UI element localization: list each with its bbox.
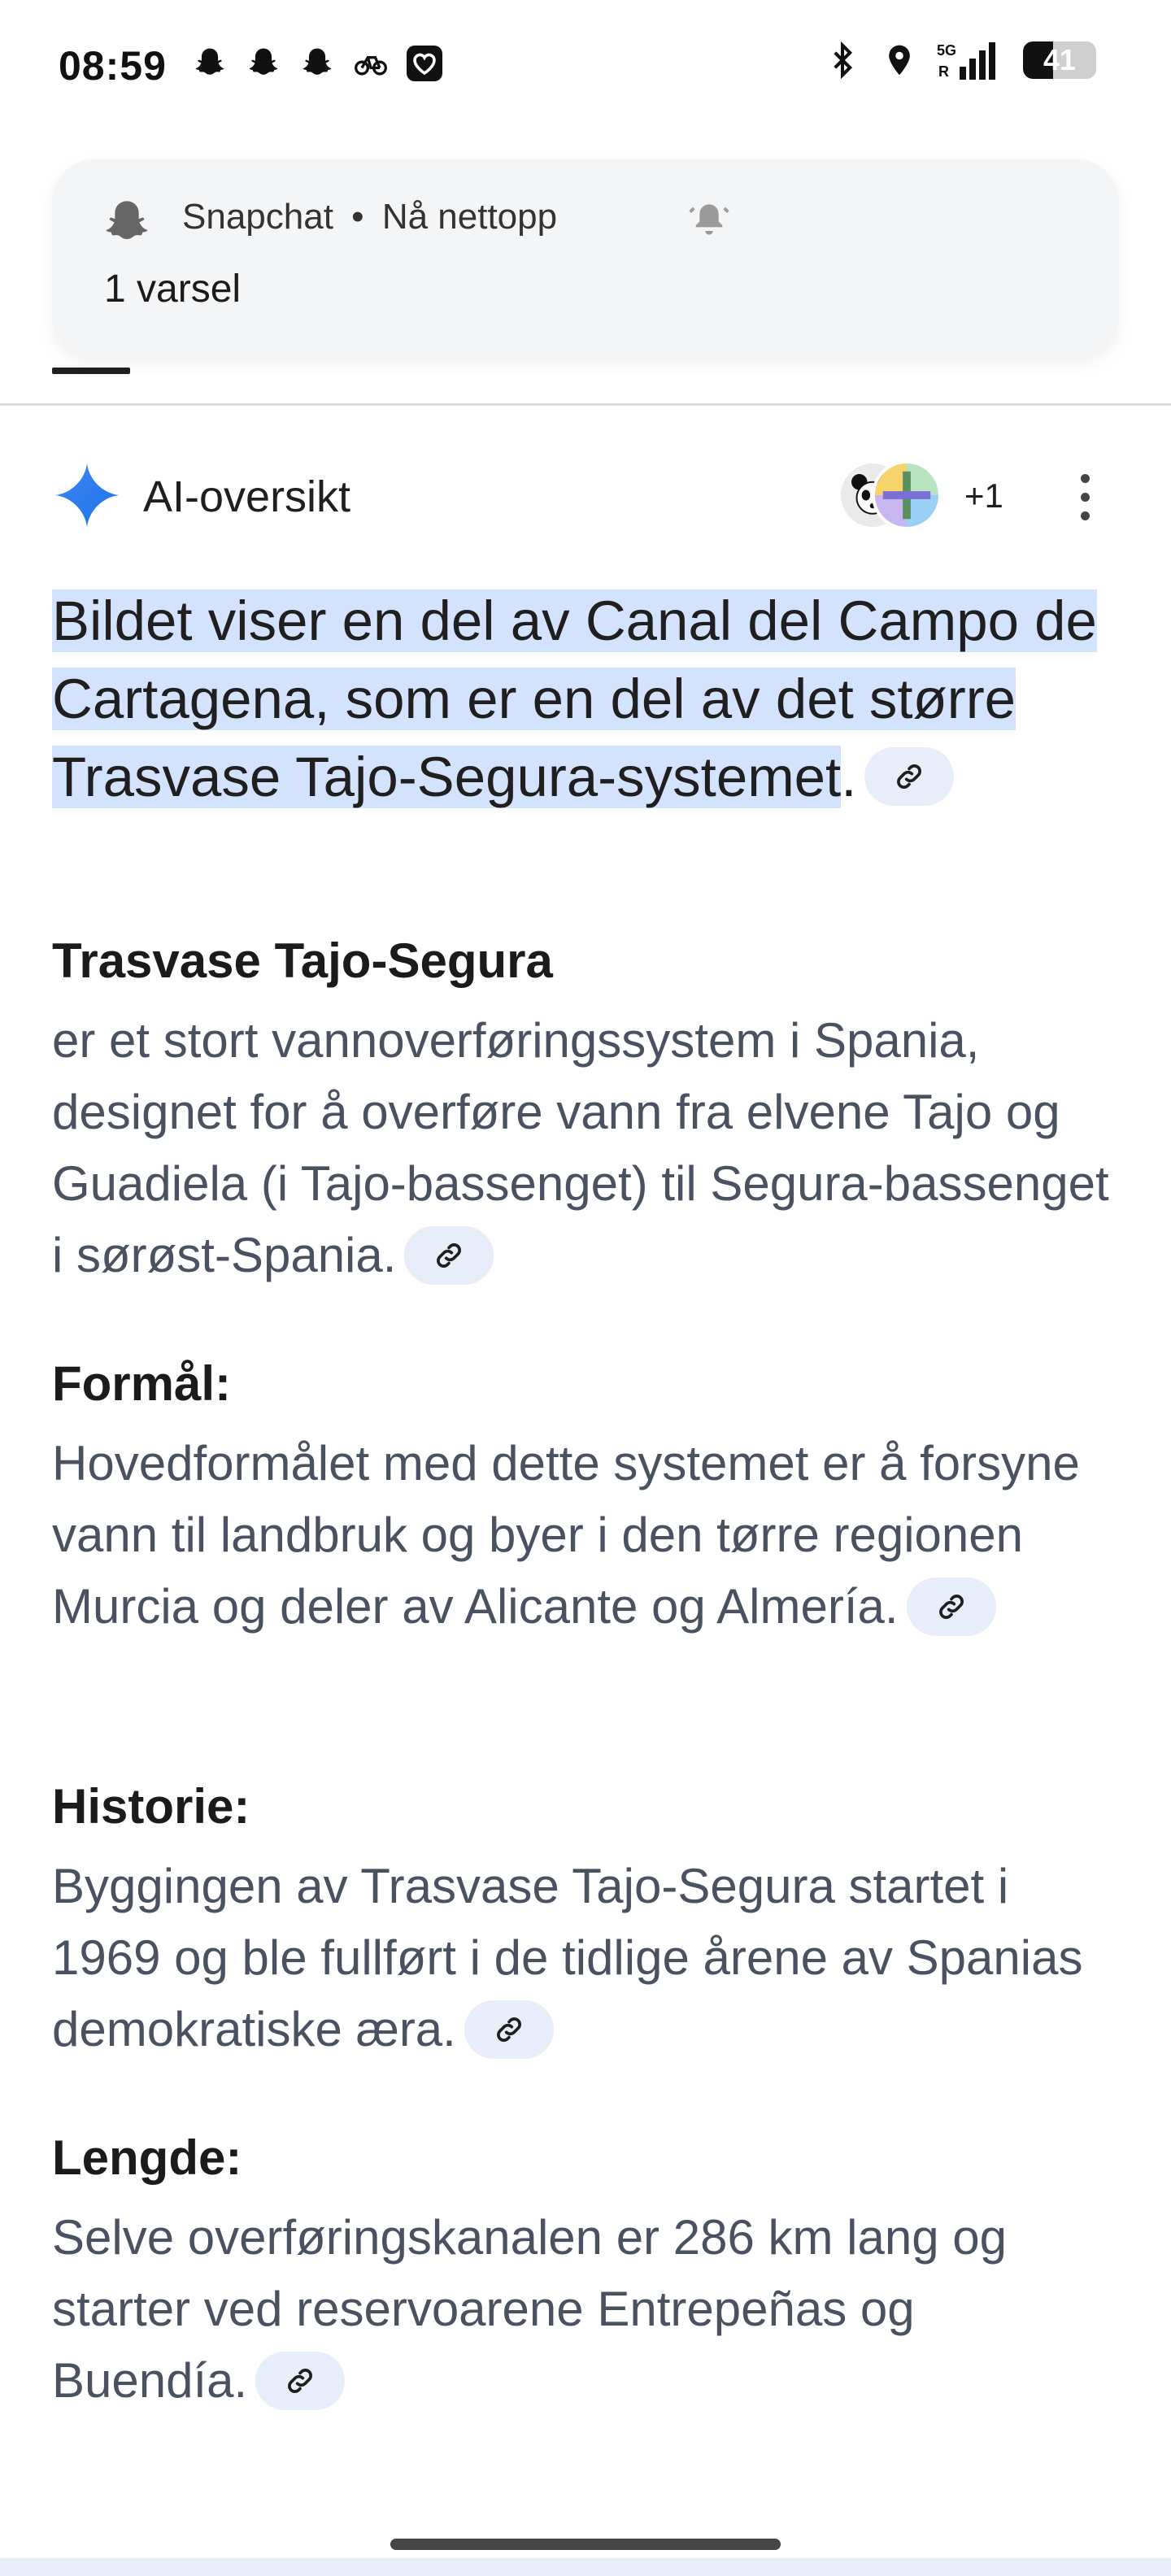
notification-app-name: Snapchat [182,197,333,237]
section-historie: Historie: Byggingen av Trasvase Tajo-Seg… [52,1774,1109,2065]
section-body-text: Selve overføringskanalen er 286 km lang … [52,2210,1007,2408]
home-indicator[interactable] [390,2539,781,2550]
bell-ringing-icon [689,204,729,235]
dot [1080,511,1090,520]
dot [1080,492,1090,502]
signal-5g-icon: 5G R [937,41,1005,80]
section-body: er et stort vannoverføringssystem i Span… [52,1005,1109,1291]
notification-icons [190,44,444,83]
notification-time: Nå nettopp [381,197,558,237]
bluetooth-icon [823,41,862,80]
snapchat-icon [106,201,148,239]
section-body-text: Byggingen av Trasvase Tajo-Segura starte… [52,1859,1083,2056]
source-avatars[interactable] [838,460,960,533]
ai-overview-header: AI-oversikt +1 [52,460,1119,533]
section-title: Lengde: [52,2130,242,2185]
section-title: Historie: [52,1779,250,1834]
dot [1080,473,1090,483]
divider [0,403,1171,406]
gemini-sparkle-icon [54,463,120,528]
link-icon [938,1595,964,1620]
notification-text: 1 varsel [104,268,242,311]
battery-icon: 41 [1023,41,1096,79]
heart-app-icon [405,44,444,83]
summary-end: . [841,746,857,808]
status-bar: 08:59 5G R 41 [0,0,1171,130]
source-link-button[interactable] [404,1226,494,1286]
bike-icon [351,44,390,83]
colorful-site-avatar [872,460,942,530]
section-title: Formål: [52,1356,232,1411]
section-lengde: Lengde: Selve overføringskanalen er 286 … [52,2126,1109,2417]
source-link-button[interactable] [464,2000,554,2060]
link-icon [897,764,922,789]
section-formal: Formål: Hovedformålet med dette systemet… [52,1351,1109,1643]
status-time: 08:59 [59,43,167,89]
ai-overview-title: AI-oversikt [143,472,351,521]
section-body: Byggingen av Trasvase Tajo-Segura starte… [52,1851,1109,2065]
source-link-button[interactable] [906,1577,996,1637]
source-link-button[interactable] [864,746,955,806]
section-body-text: er et stort vannoverføringssystem i Span… [52,1013,1109,1282]
link-icon [496,2017,521,2043]
section-body: Selve overføringskanalen er 286 km lang … [52,2202,1109,2417]
system-icons: 5G R 41 [823,41,1096,80]
section-body: Hovedformålet med dette systemet er å fo… [52,1428,1109,1643]
battery-level: 41 [1043,43,1077,76]
ai-summary: Bildet viser en del av Canal del Campo d… [52,582,1109,816]
more-options-button[interactable] [1052,460,1117,533]
svg-text:5G: 5G [937,42,956,59]
notification-header: Snapchat • Nå nettopp [182,197,557,237]
bottom-panel-peek [0,2558,1171,2576]
location-icon [880,41,919,80]
tab-indicator [52,368,130,374]
section-title: Trasvase Tajo-Segura [52,933,553,988]
snapchat-icon [298,44,337,83]
source-link-button[interactable] [255,2352,346,2411]
snapchat-notification[interactable]: Snapchat • Nå nettopp 1 varsel [52,159,1119,358]
link-icon [288,2369,313,2394]
notification-separator: • [351,197,364,237]
svg-text:R: R [938,63,949,80]
snapchat-icon [190,44,229,83]
snapchat-icon [244,44,283,83]
link-icon [437,1243,462,1268]
sources-more-count[interactable]: +1 [964,476,1003,516]
section-trasvase: Trasvase Tajo-Segura er et stort vannove… [52,929,1109,1291]
